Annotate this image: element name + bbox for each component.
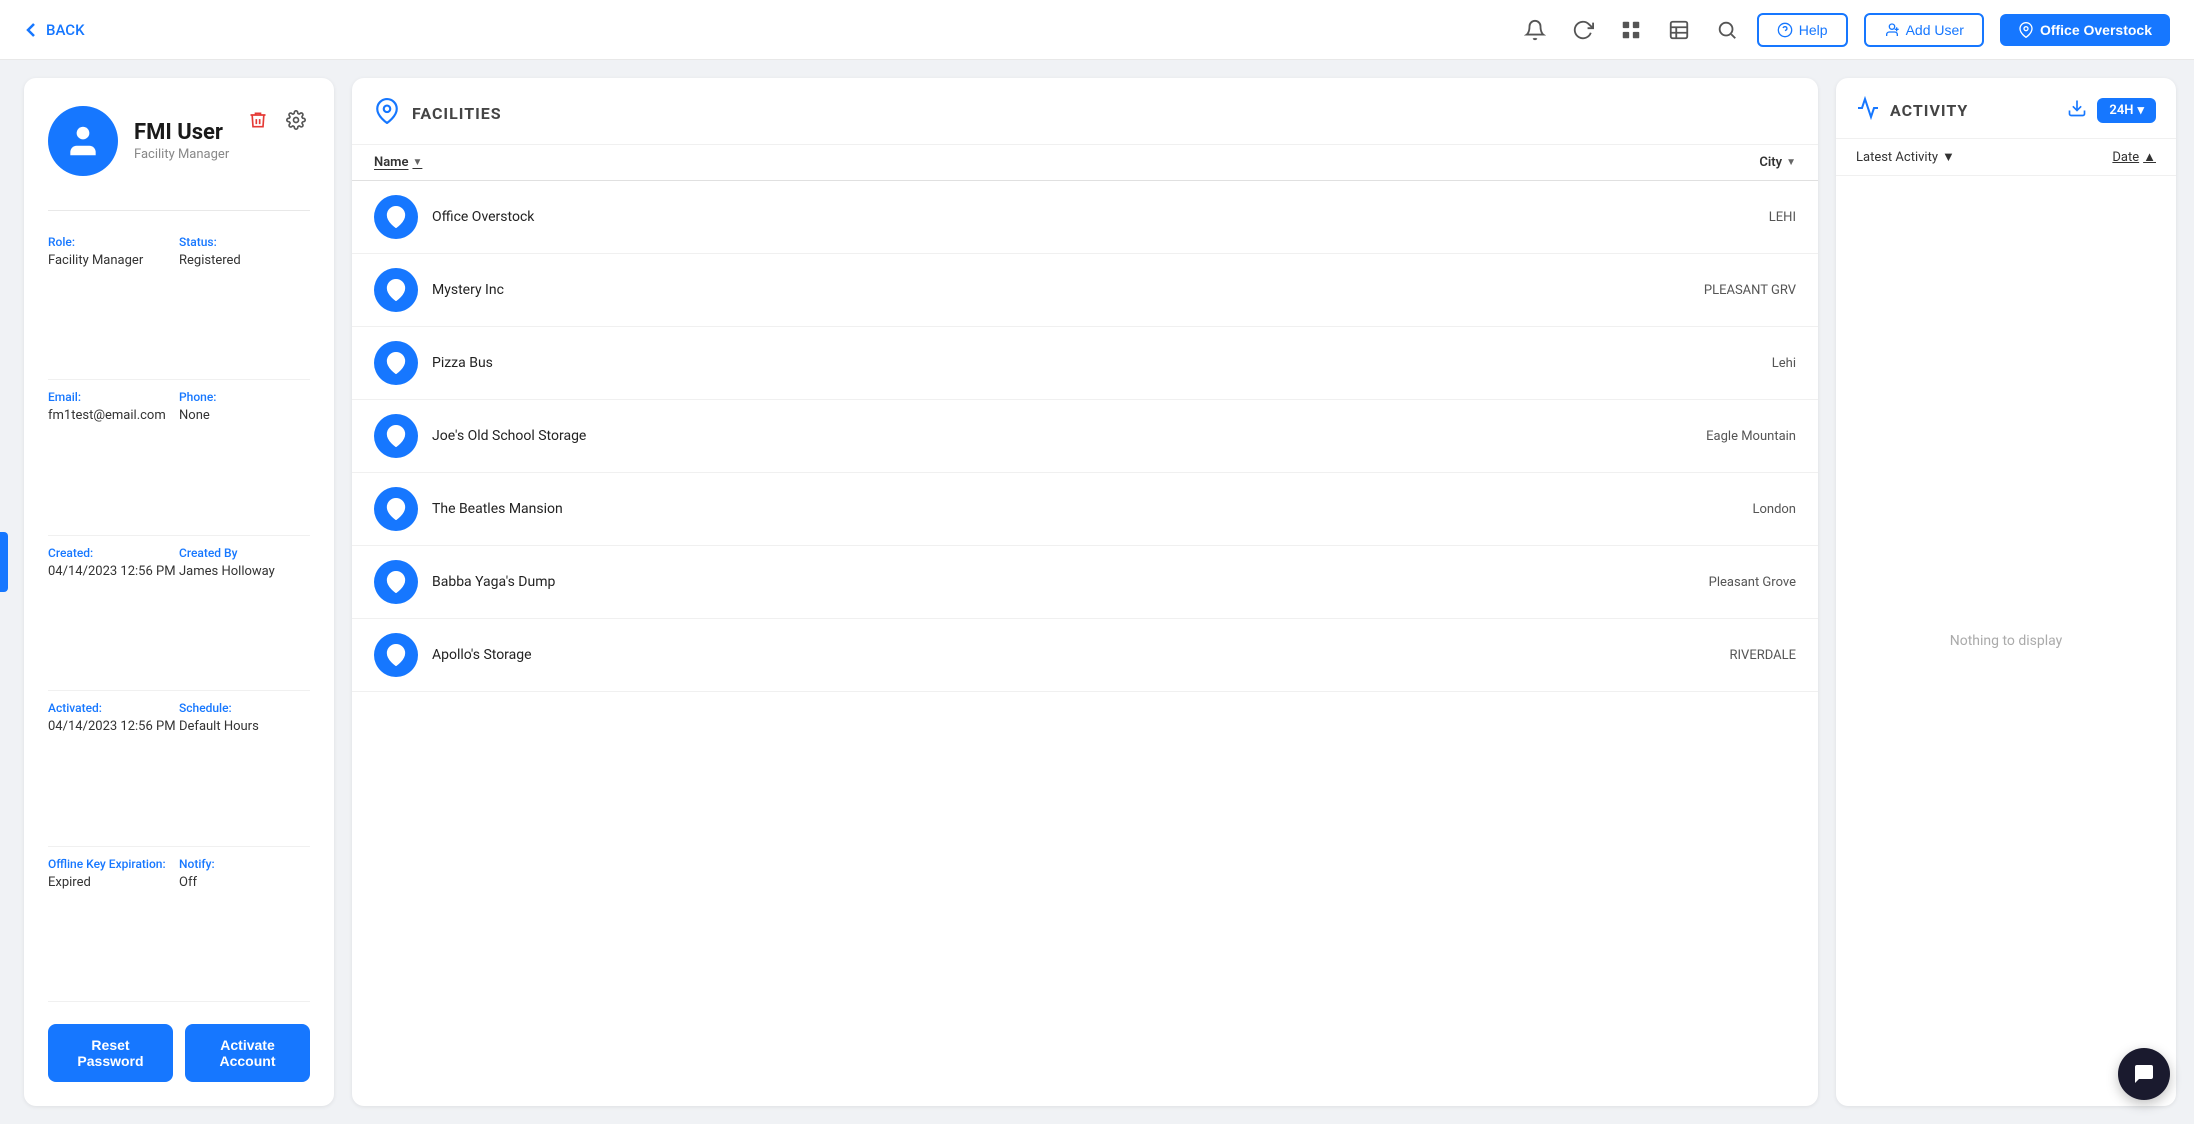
created-by-field: Created By James Holloway bbox=[179, 536, 310, 691]
facility-city: London bbox=[1636, 502, 1796, 517]
facility-avatar bbox=[374, 633, 418, 677]
offline-key-field: Offline Key Expiration: Expired bbox=[48, 847, 179, 1002]
name-column-header[interactable]: Name ▼ bbox=[374, 155, 1636, 170]
activity-title: ACTIVITY bbox=[1890, 101, 2057, 120]
schedule-field: Schedule: Default Hours bbox=[179, 691, 310, 846]
user-role: Facility Manager bbox=[134, 147, 310, 162]
help-button[interactable]: Help bbox=[1757, 13, 1848, 47]
nav-icons bbox=[1521, 16, 1741, 44]
chat-fab[interactable] bbox=[2118, 1048, 2170, 1100]
facility-name: Pizza Bus bbox=[432, 355, 1622, 371]
tab-indicator bbox=[0, 532, 8, 592]
email-field: Email: fm1test@email.com bbox=[48, 380, 179, 535]
facility-city: LEHI bbox=[1636, 210, 1796, 225]
facilities-column-header: Name ▼ City ▼ bbox=[352, 145, 1818, 181]
facility-avatar bbox=[374, 195, 418, 239]
user-profile-panel: FMI User Facility Manager bbox=[24, 78, 334, 1106]
facilities-header: FACILITIES bbox=[352, 78, 1818, 145]
settings-button[interactable] bbox=[282, 106, 310, 134]
created-field: Created: 04/14/2023 12:56 PM bbox=[48, 536, 179, 691]
facility-row[interactable]: Babba Yaga's Dump Pleasant Grove bbox=[352, 546, 1818, 619]
city-sort-icon: ▼ bbox=[1786, 157, 1796, 168]
facility-name: Babba Yaga's Dump bbox=[432, 574, 1622, 590]
facility-row[interactable]: Apollo's Storage RIVERDALE bbox=[352, 619, 1818, 692]
user-actions bbox=[244, 106, 310, 134]
info-grid: Role: Facility Manager Status: Registere… bbox=[48, 225, 310, 1002]
grid-icon[interactable] bbox=[1617, 16, 1645, 44]
activity-panel: ACTIVITY 24H ▾ Latest Activity ▼ Date ▲ bbox=[1836, 78, 2176, 1106]
search-icon[interactable] bbox=[1713, 16, 1741, 44]
facility-avatar bbox=[374, 560, 418, 604]
back-button[interactable]: BACK bbox=[24, 21, 85, 39]
facility-city: RIVERDALE bbox=[1636, 648, 1796, 663]
facilities-title: FACILITIES bbox=[412, 104, 502, 123]
status-field: Status: Registered bbox=[179, 225, 310, 380]
facility-row[interactable]: Mystery Inc PLEASANT GRV bbox=[352, 254, 1818, 327]
facility-name: Apollo's Storage bbox=[432, 647, 1622, 663]
back-label: BACK bbox=[46, 21, 85, 39]
facility-name: Office Overstock bbox=[432, 209, 1622, 225]
divider bbox=[48, 210, 310, 211]
facility-avatar bbox=[374, 341, 418, 385]
date-sort[interactable]: Date ▲ bbox=[2112, 149, 2156, 165]
org-button[interactable]: Office Overstock bbox=[2000, 14, 2170, 46]
delete-button[interactable] bbox=[244, 106, 272, 134]
facilities-panel: FACILITIES Name ▼ City ▼ Office Overstoc… bbox=[352, 78, 1818, 1106]
activity-empty-state: Nothing to display bbox=[1836, 176, 2176, 1106]
facility-row[interactable]: Pizza Bus Lehi bbox=[352, 327, 1818, 400]
facility-city: PLEASANT GRV bbox=[1636, 283, 1796, 298]
avatar bbox=[48, 106, 118, 176]
activity-header: ACTIVITY 24H ▾ bbox=[1836, 78, 2176, 139]
top-navigation: BACK bbox=[0, 0, 2194, 60]
facility-name: Joe's Old School Storage bbox=[432, 428, 1622, 444]
main-content: FMI User Facility Manager bbox=[0, 60, 2194, 1124]
refresh-icon[interactable] bbox=[1569, 16, 1597, 44]
activity-icon bbox=[1856, 96, 1880, 124]
add-user-button[interactable]: Add User bbox=[1864, 13, 1984, 47]
notify-field: Notify: Off bbox=[179, 847, 310, 1002]
activate-account-button[interactable]: Activate Account bbox=[185, 1024, 310, 1082]
table-icon[interactable] bbox=[1665, 16, 1693, 44]
panel-footer: Reset Password Activate Account bbox=[48, 1024, 310, 1082]
user-header: FMI User Facility Manager bbox=[48, 106, 310, 176]
reset-password-button[interactable]: Reset Password bbox=[48, 1024, 173, 1082]
role-field: Role: Facility Manager bbox=[48, 225, 179, 380]
activity-filter-row: Latest Activity ▼ Date ▲ bbox=[1836, 139, 2176, 176]
facility-avatar bbox=[374, 487, 418, 531]
facility-city: Pleasant Grove bbox=[1636, 575, 1796, 590]
facilities-list: Office Overstock LEHI Mystery Inc PLEASA… bbox=[352, 181, 1818, 1106]
download-icon[interactable] bbox=[2067, 98, 2087, 123]
facility-city: Eagle Mountain bbox=[1636, 429, 1796, 444]
facility-avatar bbox=[374, 414, 418, 458]
name-sort-icon: ▼ bbox=[412, 157, 422, 168]
facility-name: The Beatles Mansion bbox=[432, 501, 1622, 517]
phone-field: Phone: None bbox=[179, 380, 310, 535]
facility-name: Mystery Inc bbox=[432, 282, 1622, 298]
notification-icon[interactable] bbox=[1521, 16, 1549, 44]
activity-filter[interactable]: Latest Activity ▼ bbox=[1856, 149, 1955, 165]
activated-field: Activated: 04/14/2023 12:56 PM bbox=[48, 691, 179, 846]
facility-avatar bbox=[374, 268, 418, 312]
facility-row[interactable]: Joe's Old School Storage Eagle Mountain bbox=[352, 400, 1818, 473]
facility-row[interactable]: Office Overstock LEHI bbox=[352, 181, 1818, 254]
facility-row[interactable]: The Beatles Mansion London bbox=[352, 473, 1818, 546]
city-column-header[interactable]: City ▼ bbox=[1636, 155, 1796, 170]
time-selector[interactable]: 24H ▾ bbox=[2097, 98, 2156, 123]
facility-city: Lehi bbox=[1636, 356, 1796, 371]
facilities-icon bbox=[374, 98, 400, 128]
